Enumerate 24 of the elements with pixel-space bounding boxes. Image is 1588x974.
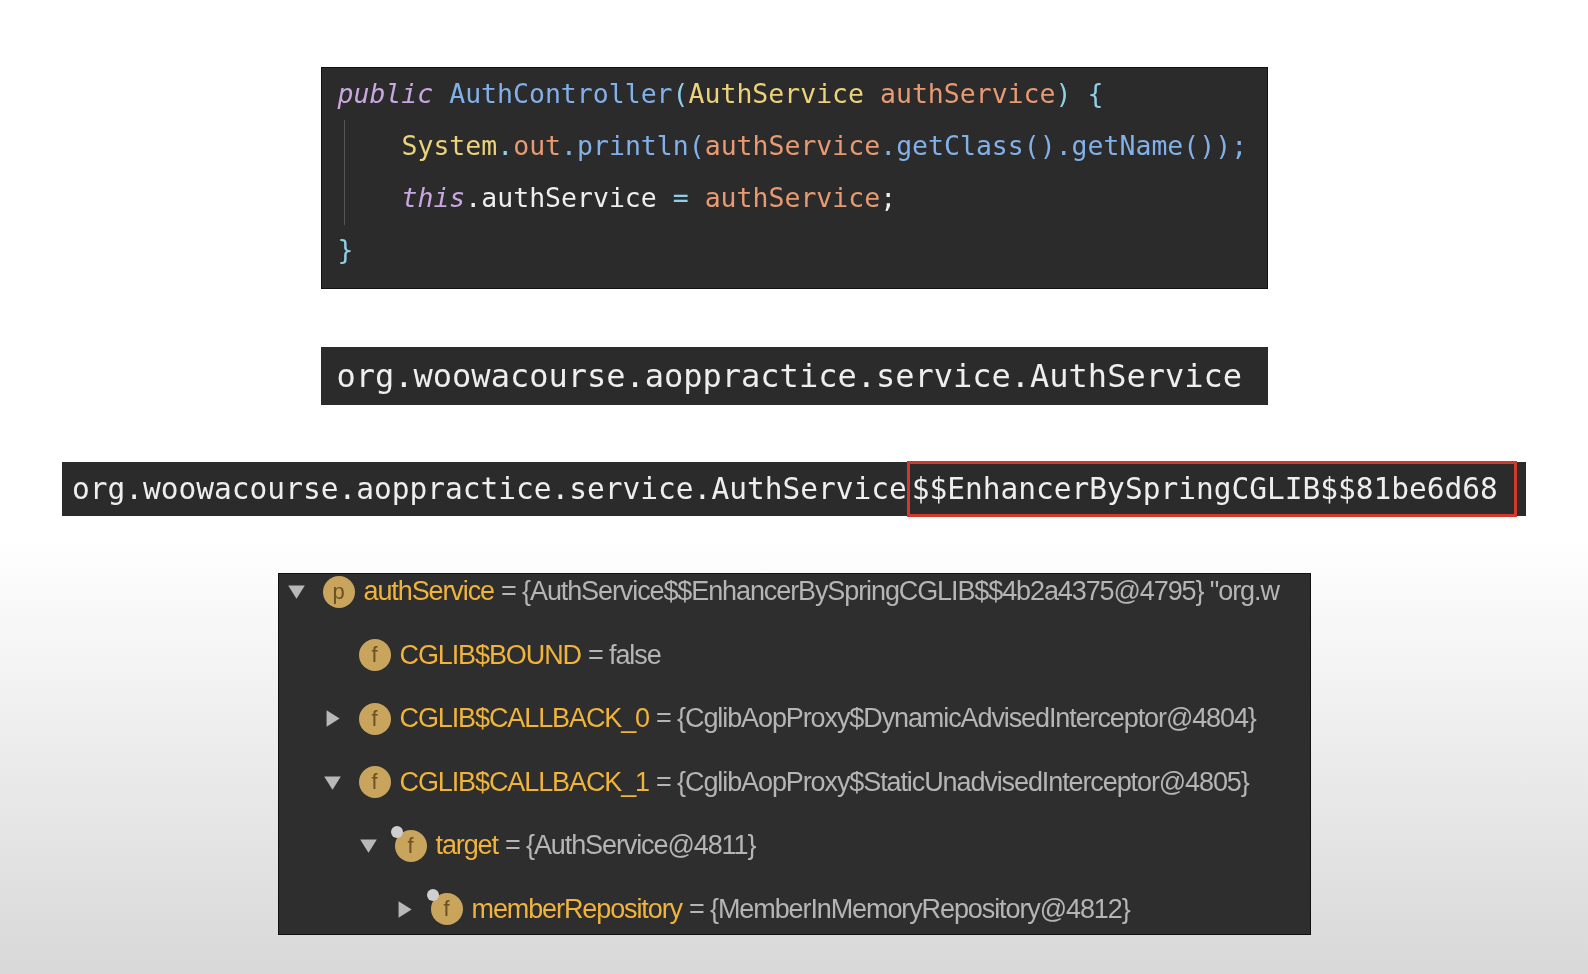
variable-value: = {MemberInMemoryRepository@4812} [689,893,1130,925]
variable-name[interactable]: CGLIB$CALLBACK_1 [399,766,650,798]
class-name-text: org.woowacourse.aoppractice.service.AuthService [336,357,1242,395]
code-line: this.authService = authService; [400,181,898,215]
variable-name[interactable]: memberRepository [471,893,682,925]
code-line: } [337,233,355,267]
field-badge-icon: p [322,575,355,608]
field-badge-icon: f [358,639,391,672]
variable-name[interactable]: authService [363,576,494,608]
variable-name[interactable]: target [435,830,498,862]
field-badge-icon: f [358,702,391,735]
field-badge-icon: f [394,829,427,862]
highlighted-class-suffix: $$EnhancerBySpringCGLIB$$81be6d68 [906,461,1517,517]
variable-value: = false [587,639,661,671]
variable-value: = {CglibAopProxy$DynamicAdvisedInterceptor@4804} [656,703,1256,735]
field-badge-icon: f [358,766,391,799]
code-line: System.out.println(authService.getClass().getName()); [400,129,1249,163]
class-name-text: org.woowacourse.aoppractice.service.AuthService [72,472,907,506]
code-line: public AuthController(AuthService authService) { [337,77,1105,111]
variable-value: = {AuthService@4811} [504,830,756,862]
variable-value: = {AuthService$$EnhancerBySpringCGLIB$$4b2a4375@4795} "org.w [501,576,1279,608]
variable-name[interactable]: CGLIB$BOUND [399,639,581,671]
variable-value: = {CglibAopProxy$StaticUnadvisedInterceptor@4805} [656,766,1249,798]
variable-name[interactable]: CGLIB$CALLBACK_0 [399,703,650,735]
